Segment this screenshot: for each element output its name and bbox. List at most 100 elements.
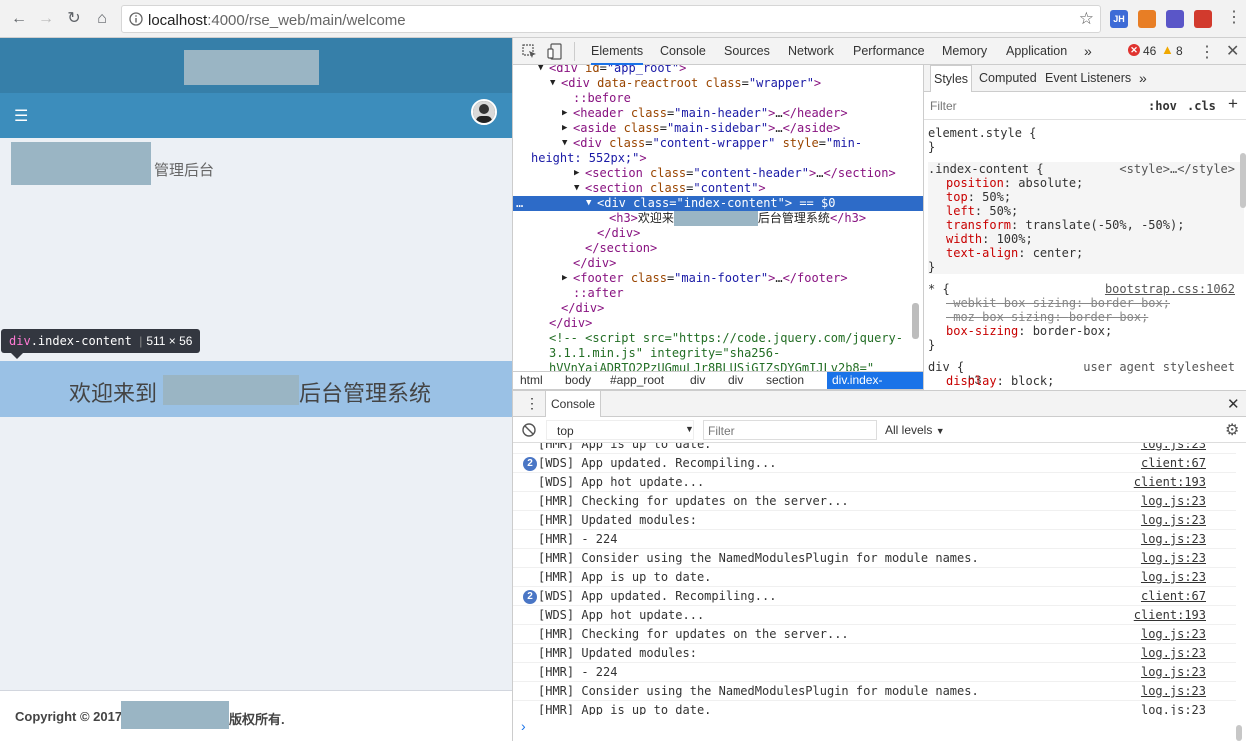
drawer-menu-icon[interactable]: ⋮ bbox=[525, 395, 539, 412]
console-message[interactable]: [WDS] App hot update... client:193 bbox=[513, 606, 1236, 625]
dom-node[interactable]: height: 552px;"> bbox=[513, 151, 923, 166]
breadcrumb-item[interactable]: div bbox=[685, 372, 710, 389]
more-tabs-icon[interactable]: » bbox=[1084, 38, 1092, 65]
dom-node[interactable]: ▼ <div class="content-wrapper" style="min… bbox=[513, 136, 923, 151]
expand-arrow-icon[interactable]: ▼ bbox=[562, 136, 567, 151]
dom-node[interactable]: </section> bbox=[513, 241, 923, 256]
console-message[interactable]: [HMR] App is up to date. log.js:23 bbox=[513, 443, 1236, 454]
console-message[interactable]: [HMR] Updated modules: log.js:23 bbox=[513, 511, 1236, 530]
home-icon[interactable]: ⌂ bbox=[91, 8, 113, 30]
address-bar[interactable]: localhost:4000/rse_web/main/welcome ☆ bbox=[121, 5, 1101, 33]
dom-node[interactable]: ▶ <section class="content-header">…</sect… bbox=[513, 166, 923, 181]
error-icon[interactable]: ✕ bbox=[1128, 44, 1140, 56]
bookmark-star-icon[interactable]: ☆ bbox=[1079, 9, 1094, 29]
console-drawer-tab[interactable]: Console bbox=[545, 391, 602, 417]
dom-node[interactable]: ▶ <header class="main-header">…</header> bbox=[513, 106, 923, 121]
dom-node[interactable]: <!-- <script src="https://code.jquery.co… bbox=[513, 331, 923, 346]
console-source-link[interactable]: log.js:23 bbox=[1141, 682, 1206, 701]
reload-icon[interactable]: ↻ bbox=[63, 8, 85, 30]
log-levels-select[interactable]: All levels ▼ bbox=[885, 423, 945, 437]
console-settings-icon[interactable]: ⚙ bbox=[1225, 420, 1239, 440]
console-scrollbar[interactable] bbox=[1236, 725, 1242, 741]
console-message[interactable]: [HMR] Checking for updates on the server… bbox=[513, 625, 1236, 644]
collapse-arrow-icon[interactable]: ▶ bbox=[562, 106, 567, 121]
url-text[interactable]: localhost:4000/rse_web/main/welcome bbox=[148, 12, 406, 29]
dom-node[interactable]: </div> bbox=[513, 226, 923, 241]
css-property[interactable]: -webkit-box-sizing: border-box; bbox=[928, 296, 1244, 310]
css-property[interactable]: -moz-box-sizing: border-box; bbox=[928, 310, 1244, 324]
css-property[interactable]: width: 100%; bbox=[928, 232, 1244, 246]
console-source-link[interactable]: log.js:23 bbox=[1141, 644, 1206, 663]
console-source-link[interactable]: log.js:23 bbox=[1141, 568, 1206, 587]
dom-node-selected[interactable]: … ▼ <div class="index-content"> == $0 bbox=[513, 196, 923, 211]
styles-tab-styles[interactable]: Styles bbox=[930, 65, 973, 92]
console-message[interactable]: [WDS] App hot update... client:193 bbox=[513, 473, 1236, 492]
breadcrumb-item[interactable]: div.index-content bbox=[827, 372, 923, 404]
dom-node[interactable]: ::after bbox=[513, 286, 923, 301]
tab-application[interactable]: Application bbox=[1006, 38, 1067, 65]
sidebar-toggle-icon[interactable]: ☰ bbox=[14, 106, 28, 126]
console-message[interactable]: [HMR] Consider using the NamedModulesPlu… bbox=[513, 549, 1236, 568]
device-toolbar-icon[interactable] bbox=[547, 43, 563, 60]
dom-node[interactable]: ::before bbox=[513, 91, 923, 106]
expand-arrow-icon[interactable]: ▼ bbox=[538, 65, 543, 76]
dom-node[interactable]: ▶ <aside class="main-sidebar">…</aside> bbox=[513, 121, 923, 136]
console-source-link[interactable]: log.js:23 bbox=[1141, 625, 1206, 644]
console-source-link[interactable]: log.js:23 bbox=[1141, 530, 1206, 549]
extension-icon-3[interactable] bbox=[1166, 10, 1184, 28]
more-styles-tabs-icon[interactable]: » bbox=[1139, 70, 1147, 86]
breadcrumb-item[interactable]: html bbox=[515, 372, 548, 389]
expand-arrow-icon[interactable]: ▼ bbox=[550, 76, 555, 91]
css-property[interactable]: position: absolute; bbox=[928, 176, 1244, 190]
dom-node[interactable]: </div> bbox=[513, 256, 923, 271]
clear-console-icon[interactable] bbox=[522, 423, 536, 437]
dom-node[interactable]: <h3>欢迎来 后台管理系统</h3> bbox=[513, 211, 923, 226]
console-source-link[interactable]: client:67 bbox=[1141, 454, 1206, 473]
styles-tab-computed[interactable]: Computed bbox=[976, 65, 1040, 92]
selected-node-ellipsis[interactable]: … bbox=[516, 196, 523, 211]
css-rule-source[interactable]: user agent stylesheet bbox=[1083, 360, 1235, 374]
collapse-arrow-icon[interactable]: ▶ bbox=[574, 166, 579, 181]
console-message[interactable]: [HMR] Checking for updates on the server… bbox=[513, 492, 1236, 511]
breadcrumb-item[interactable]: section bbox=[761, 372, 809, 389]
tab-sources[interactable]: Sources bbox=[724, 38, 770, 65]
hover-state-toggle[interactable]: :hov bbox=[1148, 99, 1177, 113]
css-property[interactable]: text-align: center; bbox=[928, 246, 1244, 260]
css-property[interactable]: box-sizing: border-box; bbox=[928, 324, 1244, 338]
class-toggle[interactable]: .cls bbox=[1187, 99, 1216, 113]
console-message[interactable]: [HMR] - 224 log.js:23 bbox=[513, 663, 1236, 682]
breadcrumb-item[interactable]: body bbox=[560, 372, 596, 389]
console-filter-input[interactable]: Filter bbox=[703, 420, 877, 440]
warning-count[interactable]: 8 bbox=[1176, 44, 1183, 58]
console-source-link[interactable]: log.js:23 bbox=[1141, 492, 1206, 511]
close-drawer-icon[interactable]: ✕ bbox=[1227, 395, 1240, 413]
css-rule-source[interactable]: <style>…</style> bbox=[1119, 162, 1235, 176]
dom-node[interactable]: </div> bbox=[513, 316, 923, 331]
breadcrumb-item[interactable]: #app_root bbox=[605, 372, 669, 389]
tab-memory[interactable]: Memory bbox=[942, 38, 987, 65]
context-select[interactable]: top ▼ bbox=[546, 420, 694, 440]
tab-console[interactable]: Console bbox=[660, 38, 706, 65]
inspect-element-icon[interactable] bbox=[522, 44, 537, 59]
console-source-link[interactable]: log.js:23 bbox=[1141, 549, 1206, 568]
dom-node[interactable]: 3.1.1.min.js" integrity="sha256- bbox=[513, 346, 923, 361]
styles-tab-event-listeners[interactable]: Event Listeners bbox=[1042, 65, 1134, 92]
console-message[interactable]: 2 [WDS] App updated. Recompiling... client… bbox=[513, 587, 1236, 606]
new-rule-icon[interactable]: + bbox=[1228, 94, 1238, 114]
console-message[interactable]: [HMR] - 224 log.js:23 bbox=[513, 530, 1236, 549]
elements-scrollbar[interactable] bbox=[912, 303, 919, 339]
css-property[interactable]: left: 50%; bbox=[928, 204, 1244, 218]
expand-arrow-icon[interactable]: ▼ bbox=[574, 181, 579, 196]
css-property[interactable]: transform: translate(-50%, -50%); bbox=[928, 218, 1244, 232]
dom-node[interactable]: ▼ <div id="app_root"> bbox=[513, 65, 923, 76]
collapse-arrow-icon[interactable]: ▶ bbox=[562, 121, 567, 136]
console-message[interactable]: 2 [WDS] App updated. Recompiling... client… bbox=[513, 454, 1236, 473]
console-message[interactable]: [HMR] Consider using the NamedModulesPlu… bbox=[513, 682, 1236, 701]
back-icon[interactable]: ← bbox=[8, 8, 30, 30]
console-source-link[interactable]: log.js:23 bbox=[1141, 443, 1206, 454]
styles-filter-input[interactable]: Filter bbox=[930, 99, 957, 113]
warning-icon[interactable]: ▲ bbox=[1161, 42, 1174, 57]
tab-network[interactable]: Network bbox=[788, 38, 834, 65]
console-message[interactable]: [HMR] App is up to date. log.js:23 bbox=[513, 701, 1236, 715]
info-icon[interactable] bbox=[129, 12, 143, 26]
